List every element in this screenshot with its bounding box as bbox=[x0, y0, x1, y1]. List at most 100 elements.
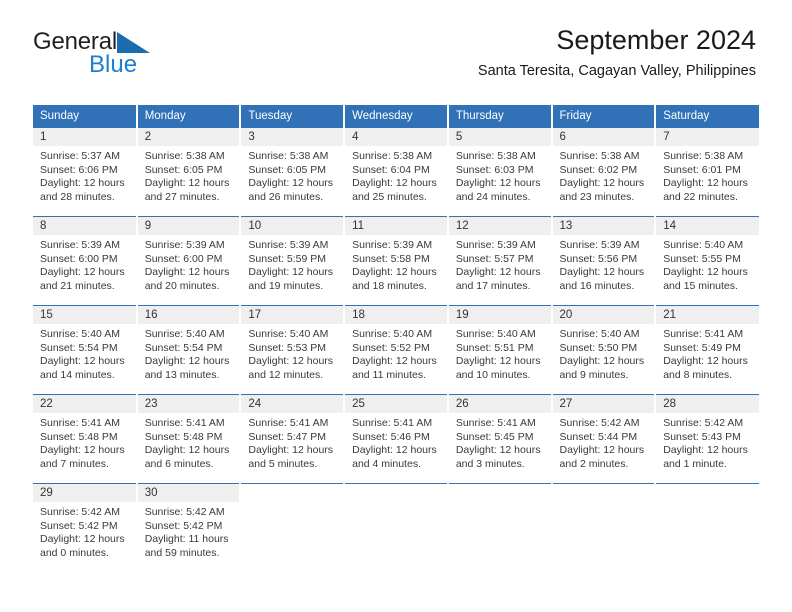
sunrise-text: Sunrise: 5:37 AM bbox=[40, 150, 120, 162]
day-number bbox=[241, 484, 344, 502]
calendar-day-cell[interactable]: 23 Sunrise: 5:41 AM Sunset: 5:48 PM Dayligh… bbox=[136, 394, 242, 484]
generalblue-logo[interactable]: General Blue bbox=[33, 30, 253, 78]
calendar-day-cell[interactable]: 25 Sunrise: 5:41 AM Sunset: 5:46 PM Dayligh… bbox=[344, 394, 449, 484]
day-details: Sunrise: 5:39 AM Sunset: 6:00 PM Daylight:… bbox=[33, 235, 136, 293]
day-number: 4 bbox=[345, 128, 447, 146]
calendar-week-row: 15 Sunrise: 5:40 AM Sunset: 5:54 PM Dayligh… bbox=[33, 305, 759, 395]
daylight-text-line1: Daylight: 12 hours bbox=[352, 266, 437, 279]
day-details: Sunrise: 5:41 AM Sunset: 5:48 PM Daylight:… bbox=[33, 413, 136, 471]
sunrise-text: Sunrise: 5:42 AM bbox=[144, 506, 225, 518]
day-details: Sunrise: 5:38 AM Sunset: 6:04 PM Daylight:… bbox=[345, 146, 447, 204]
sunrise-text: Sunrise: 5:40 AM bbox=[663, 239, 744, 251]
calendar-day-cell[interactable]: 3 Sunrise: 5:38 AM Sunset: 6:05 PM Daylight… bbox=[240, 127, 346, 217]
calendar-day-cell[interactable]: 18 Sunrise: 5:40 AM Sunset: 5:52 PM Dayligh… bbox=[344, 305, 449, 395]
day-details: Sunrise: 5:42 AM Sunset: 5:44 PM Daylight:… bbox=[553, 413, 655, 471]
sunrise-text: Sunrise: 5:38 AM bbox=[559, 150, 640, 162]
calendar-day-cell[interactable]: 12 Sunrise: 5:39 AM Sunset: 5:57 PM Dayligh… bbox=[447, 216, 553, 306]
day-number: 1 bbox=[33, 128, 136, 146]
calendar-day-cell[interactable]: 29 Sunrise: 5:42 AM Sunset: 5:42 PM Dayligh… bbox=[33, 483, 138, 573]
calendar-day-cell[interactable]: 17 Sunrise: 5:40 AM Sunset: 5:53 PM Dayligh… bbox=[240, 305, 346, 395]
calendar-day-cell[interactable]: 6 Sunrise: 5:38 AM Sunset: 6:02 PM Daylight… bbox=[551, 127, 657, 217]
day-number bbox=[656, 484, 759, 502]
sunrise-text: Sunrise: 5:40 AM bbox=[40, 328, 120, 340]
day-number: 5 bbox=[448, 128, 551, 146]
calendar-empty-cell bbox=[447, 483, 553, 573]
day-number: 25 bbox=[345, 395, 447, 413]
calendar-day-cell[interactable]: 13 Sunrise: 5:39 AM Sunset: 5:56 PM Dayligh… bbox=[551, 216, 657, 306]
sunset-text: Sunset: 5:54 PM bbox=[144, 341, 223, 354]
day-details: Sunrise: 5:37 AM Sunset: 6:06 PM Daylight:… bbox=[33, 146, 136, 204]
sunrise-text: Sunrise: 5:39 AM bbox=[248, 239, 329, 251]
calendar-table: Sunday Monday Tuesday Wednesday Thursday… bbox=[33, 105, 759, 573]
day-details: Sunrise: 5:40 AM Sunset: 5:55 PM Daylight:… bbox=[656, 235, 759, 293]
calendar-day-cell[interactable]: 11 Sunrise: 5:39 AM Sunset: 5:58 PM Dayligh… bbox=[344, 216, 449, 306]
calendar-day-cell[interactable]: 10 Sunrise: 5:39 AM Sunset: 5:59 PM Dayligh… bbox=[240, 216, 346, 306]
sunset-text: Sunset: 6:00 PM bbox=[40, 252, 118, 265]
day-details: Sunrise: 5:41 AM Sunset: 5:45 PM Daylight:… bbox=[449, 413, 551, 471]
calendar-day-cell[interactable]: 5 Sunrise: 5:38 AM Sunset: 6:03 PM Daylight… bbox=[447, 127, 553, 217]
calendar-day-cell[interactable]: 27 Sunrise: 5:42 AM Sunset: 5:44 PM Dayligh… bbox=[551, 394, 657, 484]
calendar-day-cell[interactable]: 19 Sunrise: 5:40 AM Sunset: 5:51 PM Dayligh… bbox=[447, 305, 553, 395]
calendar-day-cell[interactable]: 8 Sunrise: 5:39 AM Sunset: 6:00 PM Daylight… bbox=[33, 216, 138, 306]
daylight-text-line2: and 7 minutes. bbox=[40, 457, 109, 470]
calendar-day-cell[interactable]: 7 Sunrise: 5:38 AM Sunset: 6:01 PM Daylight… bbox=[655, 127, 759, 217]
sunset-text: Sunset: 5:56 PM bbox=[559, 252, 638, 265]
daylight-text-line2: and 20 minutes. bbox=[144, 279, 220, 292]
daylight-text-line2: and 11 minutes. bbox=[352, 368, 427, 381]
sunrise-text: Sunrise: 5:41 AM bbox=[144, 417, 225, 429]
daylight-text-line2: and 6 minutes. bbox=[144, 457, 214, 470]
daylight-text-line1: Daylight: 12 hours bbox=[663, 444, 748, 457]
day-details: Sunrise: 5:42 AM Sunset: 5:42 PM Daylight:… bbox=[138, 502, 240, 560]
day-number: 11 bbox=[345, 217, 447, 235]
day-number: 22 bbox=[33, 395, 136, 413]
sunrise-text: Sunrise: 5:39 AM bbox=[352, 239, 433, 251]
daylight-text-line1: Daylight: 11 hours bbox=[144, 533, 229, 546]
daylight-text-line1: Daylight: 12 hours bbox=[455, 355, 541, 368]
sunset-text: Sunset: 5:54 PM bbox=[40, 341, 118, 354]
sunset-text: Sunset: 5:53 PM bbox=[248, 341, 327, 354]
calendar-day-cell[interactable]: 30 Sunrise: 5:42 AM Sunset: 5:42 PM Dayligh… bbox=[136, 483, 242, 573]
sunrise-text: Sunrise: 5:40 AM bbox=[144, 328, 225, 340]
day-number: 13 bbox=[552, 217, 655, 235]
daylight-text-line2: and 5 minutes. bbox=[248, 457, 318, 470]
daylight-text-line1: Daylight: 12 hours bbox=[559, 177, 645, 190]
calendar-day-cell[interactable]: 9 Sunrise: 5:39 AM Sunset: 6:00 PM Daylight… bbox=[136, 216, 242, 306]
calendar-day-cell[interactable]: 20 Sunrise: 5:40 AM Sunset: 5:50 PM Dayligh… bbox=[551, 305, 657, 395]
sunrise-text: Sunrise: 5:39 AM bbox=[40, 239, 120, 251]
calendar-day-cell[interactable]: 4 Sunrise: 5:38 AM Sunset: 6:04 PM Daylight… bbox=[344, 127, 449, 217]
calendar-day-cell[interactable]: 14 Sunrise: 5:40 AM Sunset: 5:55 PM Dayligh… bbox=[655, 216, 759, 306]
calendar-day-cell[interactable]: 22 Sunrise: 5:41 AM Sunset: 5:48 PM Dayligh… bbox=[33, 394, 138, 484]
day-number: 12 bbox=[448, 217, 551, 235]
weekday-header-tuesday: Tuesday bbox=[240, 105, 346, 128]
sunset-text: Sunset: 5:57 PM bbox=[455, 252, 534, 265]
daylight-text-line2: and 1 minute. bbox=[663, 457, 727, 470]
sunrise-text: Sunrise: 5:39 AM bbox=[144, 239, 225, 251]
day-details: Sunrise: 5:41 AM Sunset: 5:49 PM Daylight:… bbox=[656, 324, 759, 382]
calendar-day-cell[interactable]: 16 Sunrise: 5:40 AM Sunset: 5:54 PM Dayligh… bbox=[136, 305, 242, 395]
calendar-day-cell[interactable]: 26 Sunrise: 5:41 AM Sunset: 5:45 PM Dayligh… bbox=[447, 394, 553, 484]
sunrise-text: Sunrise: 5:42 AM bbox=[559, 417, 640, 429]
daylight-text-line2: and 14 minutes. bbox=[40, 368, 115, 381]
day-details: Sunrise: 5:39 AM Sunset: 5:58 PM Daylight:… bbox=[345, 235, 447, 293]
daylight-text-line1: Daylight: 12 hours bbox=[352, 355, 437, 368]
daylight-text-line2: and 17 minutes. bbox=[455, 279, 531, 292]
calendar-day-cell[interactable]: 1 Sunrise: 5:37 AM Sunset: 6:06 PM Daylight… bbox=[33, 127, 138, 217]
day-number: 10 bbox=[241, 217, 344, 235]
calendar-container: Sunday Monday Tuesday Wednesday Thursday… bbox=[33, 105, 759, 573]
calendar-day-cell[interactable]: 21 Sunrise: 5:41 AM Sunset: 5:49 PM Dayligh… bbox=[655, 305, 759, 395]
sunset-text: Sunset: 5:59 PM bbox=[248, 252, 327, 265]
day-number: 16 bbox=[137, 306, 240, 324]
day-details: Sunrise: 5:41 AM Sunset: 5:46 PM Daylight:… bbox=[345, 413, 447, 471]
daylight-text-line1: Daylight: 12 hours bbox=[248, 355, 334, 368]
calendar-day-cell[interactable]: 15 Sunrise: 5:40 AM Sunset: 5:54 PM Dayligh… bbox=[33, 305, 138, 395]
sunrise-text: Sunrise: 5:41 AM bbox=[352, 417, 433, 429]
sunrise-text: Sunrise: 5:41 AM bbox=[248, 417, 329, 429]
daylight-text-line2: and 19 minutes. bbox=[248, 279, 324, 292]
calendar-day-cell[interactable]: 2 Sunrise: 5:38 AM Sunset: 6:05 PM Daylight… bbox=[136, 127, 242, 217]
daylight-text-line2: and 12 minutes. bbox=[248, 368, 324, 381]
sunrise-text: Sunrise: 5:40 AM bbox=[455, 328, 536, 340]
daylight-text-line1: Daylight: 12 hours bbox=[455, 177, 541, 190]
calendar-day-cell[interactable]: 28 Sunrise: 5:42 AM Sunset: 5:43 PM Dayligh… bbox=[655, 394, 759, 484]
day-details: Sunrise: 5:39 AM Sunset: 6:00 PM Daylight:… bbox=[138, 235, 240, 293]
calendar-day-cell[interactable]: 24 Sunrise: 5:41 AM Sunset: 5:47 PM Dayligh… bbox=[240, 394, 346, 484]
